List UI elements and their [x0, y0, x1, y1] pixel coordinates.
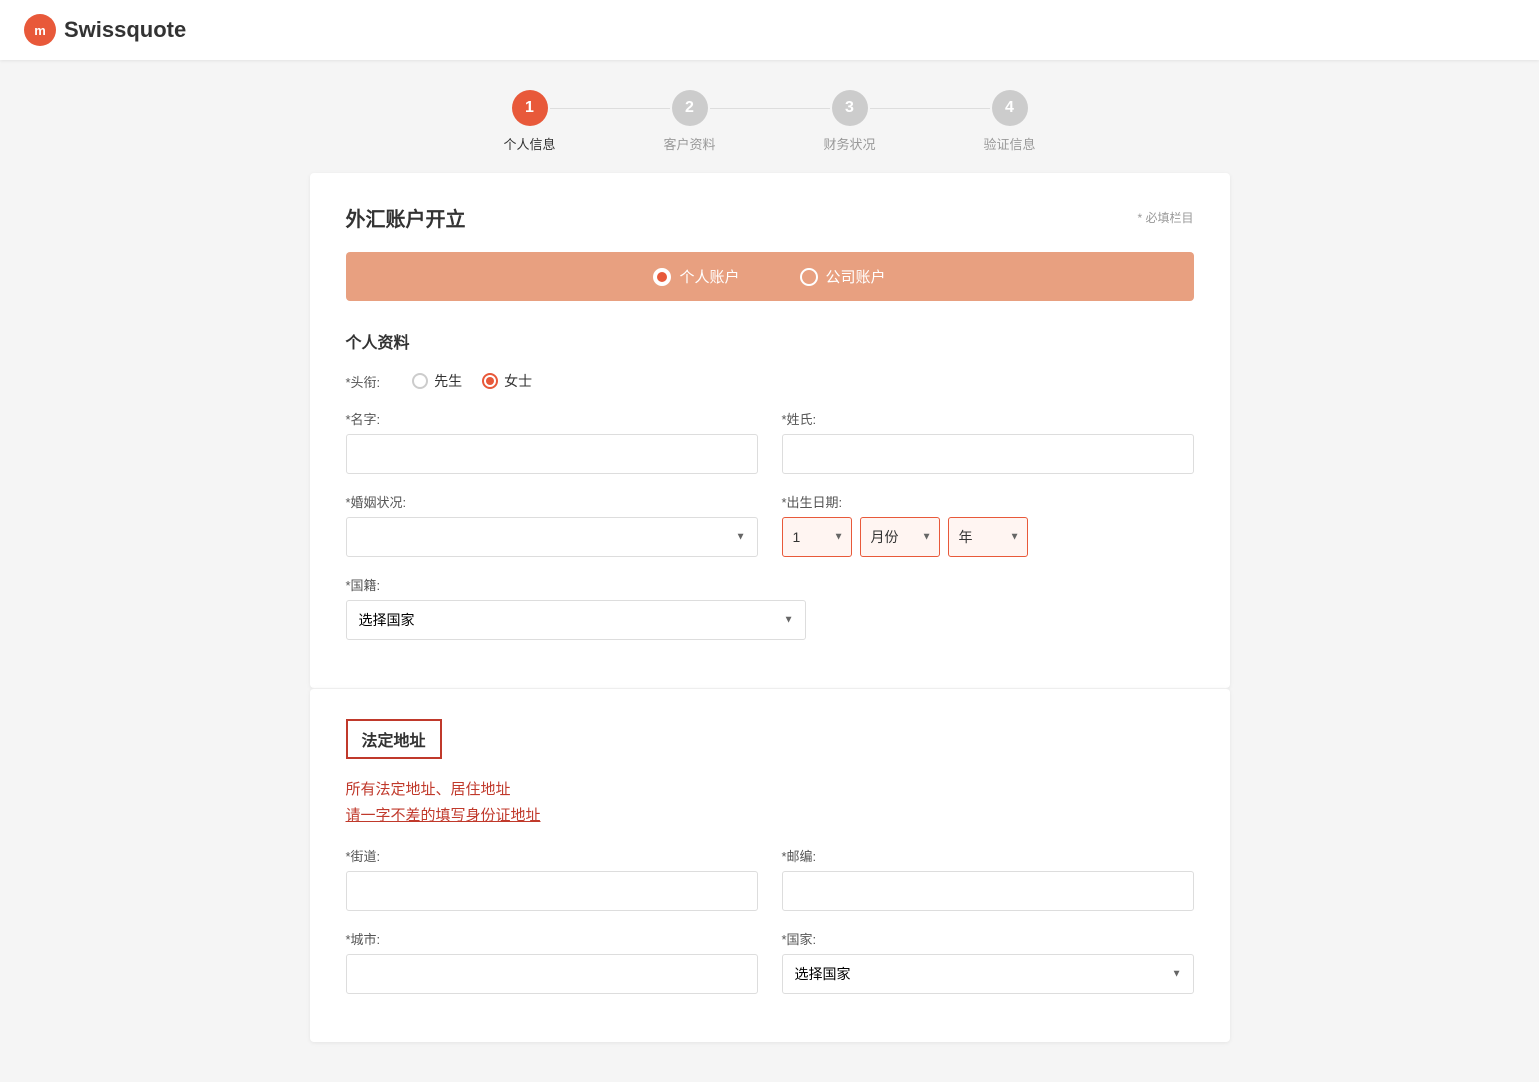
- logo-text: Swissquote: [64, 17, 186, 43]
- step-label-2: 客户资料: [663, 134, 715, 153]
- legal-address-title: 法定地址: [362, 733, 426, 750]
- title-radio-group: *头衔: 先生 女士: [346, 371, 1194, 391]
- first-name-input[interactable]: [346, 434, 758, 474]
- address-row-2: *城市: *国家: 选择国家: [346, 929, 1194, 1012]
- address-notice-line1: 所有法定地址、居住地址: [346, 781, 511, 798]
- last-name-label: *姓氏:: [782, 409, 1194, 428]
- step-circle-2: 2: [672, 90, 708, 126]
- step-3[interactable]: 3 财务状况: [770, 90, 930, 153]
- step-1[interactable]: 1 个人信息: [450, 90, 610, 153]
- country-group: *国家: 选择国家: [782, 929, 1194, 994]
- day-select[interactable]: 1 2 3: [782, 517, 852, 557]
- card-title: 外汇账户开立: [346, 203, 466, 232]
- title-label: *头衔:: [346, 372, 381, 391]
- month-select-wrapper: 月份 1月 2月: [860, 517, 940, 557]
- nationality-select-wrapper: 选择国家: [346, 600, 806, 640]
- address-row-1: *街道: *邮编:: [346, 846, 1194, 929]
- company-account-option[interactable]: 公司账户: [800, 266, 886, 287]
- month-select[interactable]: 月份 1月 2月: [860, 517, 940, 557]
- account-type-bar: 个人账户 公司账户: [346, 252, 1194, 301]
- city-group: *城市:: [346, 929, 758, 994]
- title-mr-radio[interactable]: [412, 373, 428, 389]
- first-name-group: *名字:: [346, 409, 758, 474]
- country-label: *国家:: [782, 929, 1194, 948]
- company-account-label: 公司账户: [826, 266, 886, 287]
- marital-status-select[interactable]: [346, 517, 758, 557]
- step-label-4: 验证信息: [983, 134, 1035, 153]
- street-group: *街道:: [346, 846, 758, 911]
- step-circle-4: 4: [992, 90, 1028, 126]
- step-4[interactable]: 4 验证信息: [930, 90, 1090, 153]
- country-select-wrapper: 选择国家: [782, 954, 1194, 994]
- last-name-group: *姓氏:: [782, 409, 1194, 474]
- required-note: * 必填栏目: [1137, 209, 1193, 226]
- card-header-row: 外汇账户开立 * 必填栏目: [346, 203, 1194, 232]
- marital-status-select-wrapper: [346, 517, 758, 557]
- step-label-1: 个人信息: [503, 134, 555, 153]
- first-name-label: *名字:: [346, 409, 758, 428]
- step-2[interactable]: 2 客户资料: [610, 90, 770, 153]
- title-ms-option[interactable]: 女士: [482, 371, 532, 391]
- address-notice-line2: 请一字不差的填写身份证地址: [346, 807, 541, 824]
- dob-label: *出生日期:: [782, 492, 1194, 511]
- title-mr-option[interactable]: 先生: [412, 371, 462, 391]
- dob-group: *出生日期: 1 2 3 月份 1月 2月: [782, 492, 1194, 557]
- title-mr-label: 先生: [434, 371, 462, 391]
- step-label-3: 财务状况: [823, 134, 875, 153]
- step-circle-1: 1: [512, 90, 548, 126]
- logo-container: m Swissquote: [24, 14, 186, 46]
- address-notice: 所有法定地址、居住地址 请一字不差的填写身份证地址: [346, 777, 1194, 828]
- address-card: 法定地址 所有法定地址、居住地址 请一字不差的填写身份证地址 *街道: *邮编:…: [310, 688, 1230, 1042]
- main-content: 外汇账户开立 * 必填栏目 个人账户 公司账户 个人资料 *头衔: 先生: [290, 173, 1250, 1082]
- form-card: 外汇账户开立 * 必填栏目 个人账户 公司账户 个人资料 *头衔: 先生: [310, 173, 1230, 688]
- street-input[interactable]: [346, 871, 758, 911]
- personal-info-section-title: 个人资料: [346, 329, 1194, 353]
- postal-code-input[interactable]: [782, 871, 1194, 911]
- nationality-label: *国籍:: [346, 575, 806, 594]
- marital-status-group: *婚姻状况:: [346, 492, 758, 557]
- title-ms-label: 女士: [504, 371, 532, 391]
- postal-code-group: *邮编:: [782, 846, 1194, 911]
- header: m Swissquote: [0, 0, 1539, 60]
- last-name-input[interactable]: [782, 434, 1194, 474]
- stepper: 1 个人信息 2 客户资料 3 财务状况 4 验证信息: [0, 60, 1539, 173]
- company-account-radio[interactable]: [800, 268, 818, 286]
- personal-account-radio[interactable]: [653, 268, 671, 286]
- day-select-wrapper: 1 2 3: [782, 517, 852, 557]
- city-input[interactable]: [346, 954, 758, 994]
- step-circle-3: 3: [832, 90, 868, 126]
- name-row: *名字: *姓氏:: [346, 409, 1194, 492]
- year-select-wrapper: 年 1990 1991: [948, 517, 1028, 557]
- legal-address-title-box: 法定地址: [346, 719, 442, 759]
- date-row: 1 2 3 月份 1月 2月 年: [782, 517, 1194, 557]
- personal-account-label: 个人账户: [679, 266, 739, 287]
- marital-status-label: *婚姻状况:: [346, 492, 758, 511]
- street-label: *街道:: [346, 846, 758, 865]
- svg-text:m: m: [34, 23, 46, 38]
- city-label: *城市:: [346, 929, 758, 948]
- title-ms-radio[interactable]: [482, 373, 498, 389]
- nationality-group: *国籍: 选择国家: [346, 575, 806, 640]
- personal-account-option[interactable]: 个人账户: [653, 266, 739, 287]
- nationality-select[interactable]: 选择国家: [346, 600, 806, 640]
- marital-dob-row: *婚姻状况: *出生日期: 1 2 3: [346, 492, 1194, 575]
- postal-code-label: *邮编:: [782, 846, 1194, 865]
- logo-icon: m: [24, 14, 56, 46]
- country-select[interactable]: 选择国家: [782, 954, 1194, 994]
- year-select[interactable]: 年 1990 1991: [948, 517, 1028, 557]
